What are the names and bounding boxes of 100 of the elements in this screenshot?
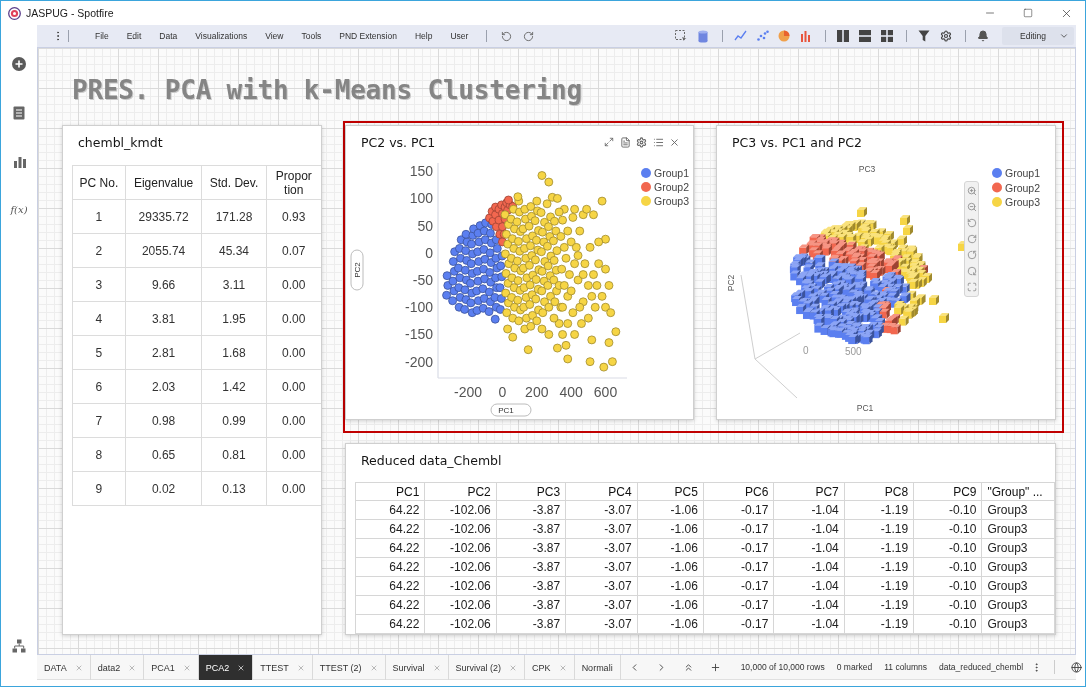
table-cell: 1.68 (201, 335, 267, 370)
table-cell: -1.06 (637, 576, 704, 596)
table-cell: 9.66 (125, 267, 202, 302)
table-cell: -0.10 (913, 576, 982, 596)
table-cell: -3.07 (565, 576, 638, 596)
table-cell: 2.81 (125, 335, 202, 370)
table-cell: -0.17 (703, 557, 774, 577)
table-cell: 3.11 (201, 267, 267, 302)
y-tick-label: 150 (409, 163, 433, 180)
table-cell: -102.06 (424, 614, 497, 634)
table-cell: -3.87 (496, 538, 566, 558)
y-tick-label: 100 (409, 190, 433, 207)
table-cell: -1.06 (637, 538, 704, 558)
table-cell: -0.10 (913, 614, 982, 634)
marked-count: 0 marked (836, 662, 873, 672)
table-cell: 64.22 (355, 576, 425, 596)
table-cell: -0.10 (913, 538, 982, 558)
table-cell: 1.95 (201, 301, 267, 336)
table-cell: -1.19 (844, 595, 914, 615)
table-cell: -102.06 (424, 500, 497, 520)
axis-label: PC2 (726, 274, 736, 292)
page-title: PRES. PCA with k-Means Clustering (71, 74, 583, 107)
legend-label: Group1 (654, 167, 690, 179)
y-tick-label: 0 (425, 244, 433, 261)
table-cell: 45.34 (201, 233, 267, 268)
table-cell: 1 (72, 199, 126, 234)
table-cell: -3.87 (496, 519, 566, 539)
table-cell: -0.17 (703, 500, 774, 520)
table-cell: Group3 (981, 614, 1055, 634)
table-cell: 4 (72, 301, 126, 336)
column-count: 11 columns (884, 662, 928, 672)
table-cell: -1.04 (773, 519, 845, 539)
table-cell: -0.10 (913, 595, 982, 615)
table-cell: -102.06 (424, 595, 497, 615)
panel-title: PC2 vs. PC1 (360, 134, 436, 150)
table-cell: -3.07 (565, 557, 638, 577)
table-cell: 8 (72, 437, 126, 472)
x-tick-label: -200 (454, 384, 483, 400)
table-cell: -0.10 (913, 557, 982, 577)
column-header: Std. Dev. (201, 165, 267, 200)
table-cell: -1.04 (773, 595, 845, 615)
tick-label: 500 (845, 346, 862, 357)
table-cell: Group3 (981, 595, 1055, 615)
table-cell: -3.87 (496, 500, 566, 520)
legend-label: Group1 (1005, 167, 1041, 179)
table-cell: -102.06 (424, 538, 497, 558)
table-cell: 0.98 (125, 403, 202, 438)
table-cell: -0.17 (703, 519, 774, 539)
column-header: PC2 (424, 482, 497, 501)
table-cell: Group3 (981, 576, 1055, 596)
column-header: PC6 (703, 482, 774, 501)
table-cell: 0.99 (201, 403, 267, 438)
column-header: PC3 (496, 482, 566, 501)
table-cell: -0.10 (913, 519, 982, 539)
y-tick-label: -200 (404, 353, 433, 370)
tick-label: 0 (803, 345, 809, 356)
table-cell: -1.04 (773, 576, 845, 596)
table-cell: -1.19 (844, 500, 914, 520)
table-cell: -0.17 (703, 614, 774, 634)
row-count: 10,000 of 10,000 rows (740, 662, 825, 672)
table-cell: -1.19 (844, 519, 914, 539)
table-cell: -102.06 (424, 557, 497, 577)
x-tick-label: 400 (559, 384, 583, 400)
table-cell: Group3 (981, 538, 1055, 558)
table-cell: Group3 (981, 557, 1055, 577)
column-header: PC4 (565, 482, 638, 501)
table-cell: 171.28 (201, 199, 267, 234)
table-cell: 2.03 (125, 369, 202, 404)
table-cell: -0.17 (703, 538, 774, 558)
table-cell: 0.81 (201, 437, 267, 472)
table-cell: 64.22 (355, 595, 425, 615)
table-cell: -3.07 (565, 538, 638, 558)
column-header: PC9 (913, 482, 982, 501)
column-header: PC8 (844, 482, 914, 501)
table-cell: 64.22 (355, 557, 425, 577)
table-cell: -1.06 (637, 595, 704, 615)
axis-label: PC3 (858, 164, 876, 174)
table-cell: -1.04 (773, 557, 845, 577)
table-cell: 29335.72 (125, 199, 202, 234)
column-header: PC No. (72, 165, 126, 200)
table-cell: 9 (72, 471, 126, 506)
table-cell: 64.22 (355, 538, 425, 558)
table-cell: -102.06 (424, 576, 497, 596)
column-header: PC5 (637, 482, 704, 501)
column-header: PC1 (355, 482, 425, 501)
table-cell: -102.06 (424, 519, 497, 539)
legend-label: Group2 (1005, 181, 1041, 194)
table-cell: -1.06 (637, 614, 704, 634)
table-cell: 0.02 (125, 471, 202, 506)
x-tick-label: 200 (525, 384, 549, 400)
table-cell: -1.04 (773, 500, 845, 520)
x-tick-label: 600 (593, 384, 618, 400)
y-tick-label: 50 (417, 217, 433, 234)
table-cell: -1.04 (773, 614, 845, 634)
window-title: JASPUG - Spotfire (26, 7, 114, 19)
y-tick-label: -100 (404, 299, 433, 316)
table-cell: -1.06 (637, 519, 704, 539)
column-header: "Group" ... (981, 482, 1055, 501)
table-cell: -3.07 (565, 595, 638, 615)
legend-label: Group3 (654, 195, 690, 207)
